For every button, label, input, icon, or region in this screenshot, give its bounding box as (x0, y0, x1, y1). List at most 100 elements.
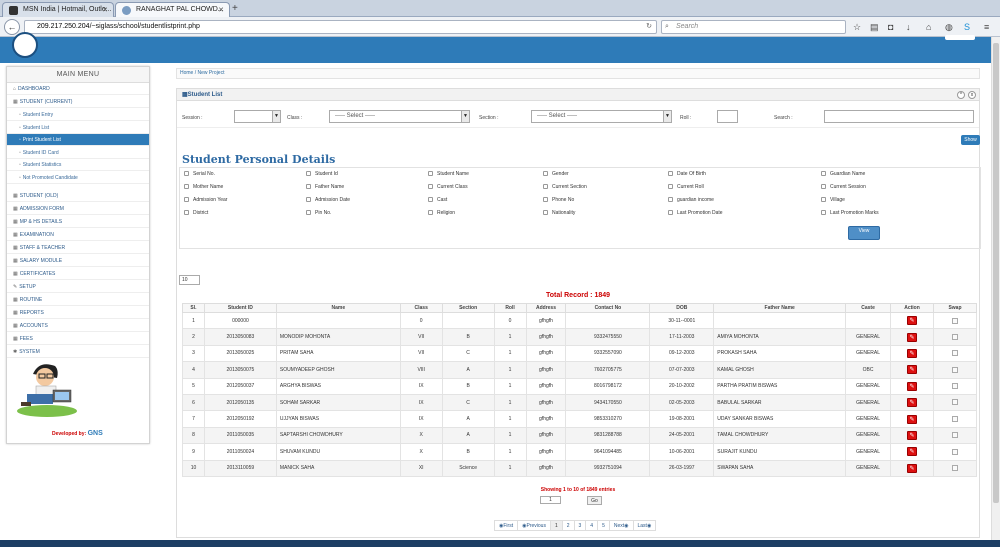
swap-icon[interactable] (951, 415, 958, 422)
field-checkbox[interactable]: Nationality (543, 207, 575, 220)
close-icon[interactable]: ✕ (218, 6, 224, 14)
checkbox[interactable] (668, 210, 673, 215)
edit-icon[interactable]: ✎ (907, 463, 917, 473)
sidebar-item-print-student-list[interactable]: ▫ Print Student List (7, 134, 149, 146)
sidebar-item-student-statistics[interactable]: ▫ Student Statistics (7, 159, 149, 171)
home-icon[interactable]: ⌂ (926, 22, 931, 32)
column-header[interactable]: DOB (649, 303, 715, 313)
swap-icon[interactable] (951, 383, 958, 390)
edit-icon[interactable]: ✎ (907, 398, 917, 408)
edit-icon[interactable]: ✎ (907, 414, 917, 424)
field-checkbox[interactable]: Admission Date (306, 194, 350, 207)
close-icon[interactable]: x (968, 91, 976, 99)
tab-ranaghat[interactable]: RANAGHAT PAL CHOWD... ✕ (115, 2, 230, 17)
edit-icon[interactable]: ✎ (907, 316, 917, 326)
reading-list-icon[interactable]: ▤ (870, 22, 879, 33)
swap-icon[interactable] (951, 465, 958, 472)
field-checkbox[interactable]: Phone No (543, 194, 574, 207)
breadcrumb-home[interactable]: Home (180, 70, 193, 76)
sidebar-item-student-id-card[interactable]: ▫ Student ID Card (7, 147, 149, 159)
column-header[interactable]: Contact No (565, 303, 651, 313)
edit-icon[interactable]: ✎ (907, 348, 917, 358)
sidebar-item-student-old[interactable]: ▦ STUDENT (OLD) (7, 190, 149, 202)
swap-icon[interactable] (951, 350, 958, 357)
field-checkbox[interactable]: Student Name (428, 168, 469, 181)
edit-icon[interactable]: ✎ (907, 365, 917, 375)
field-checkbox[interactable]: Last Promotion Marks (821, 207, 879, 220)
swap-icon[interactable] (951, 366, 958, 373)
checkbox[interactable] (428, 197, 433, 202)
breadcrumb-current[interactable]: New Project (198, 70, 225, 76)
menu-icon[interactable]: ≡ (984, 22, 989, 32)
next-page-button[interactable]: Next◉ (608, 520, 634, 531)
field-checkbox[interactable]: Last Promotion Date (668, 207, 723, 220)
sidebar-item-admission-form[interactable]: ▦ ADMISSION FORM (7, 203, 149, 215)
checkbox[interactable] (428, 184, 433, 189)
column-header[interactable]: Address (525, 303, 567, 313)
field-checkbox[interactable]: District (184, 207, 208, 220)
page-length-select[interactable]: 10 (179, 275, 200, 285)
pocket-icon[interactable]: ◘ (888, 22, 893, 32)
checkbox[interactable] (543, 197, 548, 202)
sidebar-item-accounts[interactable]: ▦ ACCOUNTS (7, 320, 149, 332)
field-checkbox[interactable]: Date Of Birth (668, 168, 706, 181)
collapse-icon[interactable]: ^ (957, 91, 965, 99)
header-user-button[interactable] (945, 35, 975, 40)
new-tab-icon[interactable]: + (232, 3, 238, 14)
page-number-input[interactable]: 1 (540, 496, 561, 504)
field-checkbox[interactable]: Village (821, 194, 845, 207)
column-header[interactable]: Caste (845, 303, 892, 313)
checkbox[interactable] (543, 210, 548, 215)
chat-icon[interactable]: ◍ (945, 22, 953, 33)
sidebar-item-examination[interactable]: ▦ EXAMINATION (7, 229, 149, 241)
checkbox[interactable] (184, 184, 189, 189)
field-checkbox[interactable]: Student Id (306, 168, 338, 181)
sidebar-item-not-promoted[interactable]: ▫ Not Promoted Candidate (7, 172, 149, 184)
column-header[interactable]: Student ID (203, 303, 277, 313)
sidebar-item-student-entry[interactable]: ▫ Student Entry (7, 109, 149, 121)
checkbox[interactable] (668, 197, 673, 202)
field-checkbox[interactable]: Pin No. (306, 207, 331, 220)
sidebar-item-certificates[interactable]: ▦ CERTIFICATES (7, 268, 149, 280)
checkbox[interactable] (821, 171, 826, 176)
sidebar-item-setup[interactable]: ✎ SETUP (7, 281, 149, 293)
edit-icon[interactable]: ✎ (907, 447, 917, 457)
roll-input[interactable] (717, 110, 738, 123)
search-input[interactable] (824, 110, 974, 123)
first-page-button[interactable]: ◉First (494, 520, 519, 531)
sidebar-item-reports[interactable]: ▦ REPORTS (7, 307, 149, 319)
checkbox[interactable] (184, 197, 189, 202)
checkbox[interactable] (668, 184, 673, 189)
sidebar-item-student-list[interactable]: ▫ Student List (7, 122, 149, 134)
go-button[interactable]: Go (587, 496, 602, 505)
checkbox[interactable] (306, 197, 311, 202)
checkbox[interactable] (428, 171, 433, 176)
url-bar[interactable]: 209.217.250.204/~siglass/school/studentl… (24, 20, 657, 34)
bookmark-star-icon[interactable]: ☆ (853, 22, 861, 33)
field-checkbox[interactable]: guardian income (668, 194, 714, 207)
session-select[interactable]: ▼ (234, 110, 281, 123)
close-icon[interactable]: ✕ (102, 6, 108, 14)
checkbox[interactable] (428, 210, 433, 215)
sidebar-item-dashboard[interactable]: ⌂ DASHBOARD (7, 83, 149, 95)
swap-icon[interactable] (951, 317, 958, 324)
field-checkbox[interactable]: Gender (543, 168, 569, 181)
sidebar-item-fees[interactable]: ▦ FEES (7, 333, 149, 345)
skype-icon[interactable]: S (964, 22, 970, 32)
edit-icon[interactable]: ✎ (907, 381, 917, 391)
field-checkbox[interactable]: Current Class (428, 181, 468, 194)
checkbox[interactable] (184, 210, 189, 215)
edit-icon[interactable]: ✎ (907, 332, 917, 342)
column-header[interactable]: Roll (493, 303, 527, 313)
sidebar-item-staff-teacher[interactable]: ▦ STAFF & TEACHER (7, 242, 149, 254)
field-checkbox[interactable]: Religion (428, 207, 455, 220)
browser-search-input[interactable]: ⌕ Search (661, 20, 846, 34)
previous-page-button[interactable]: ◉Previous (517, 520, 551, 531)
show-button[interactable]: Show (961, 135, 980, 145)
field-checkbox[interactable]: Current Section (543, 181, 587, 194)
sidebar-item-salary-module[interactable]: ▦ SALARY MODULE (7, 255, 149, 267)
page-scrollbar[interactable] (991, 37, 1000, 547)
column-header[interactable]: Class (399, 303, 443, 313)
sidebar-item-routine[interactable]: ▦ ROUTINE (7, 294, 149, 306)
checkbox[interactable] (306, 210, 311, 215)
